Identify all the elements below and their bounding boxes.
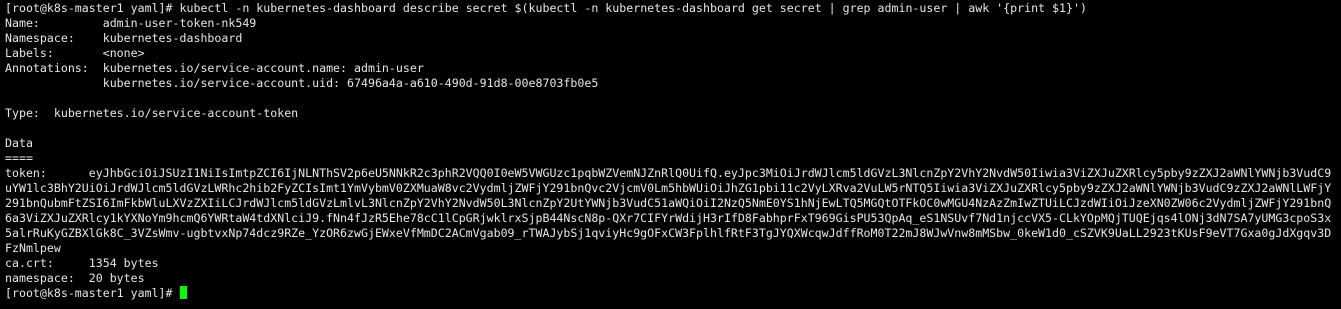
command-text: kubectl -n kubernetes-dashboard describe… — [179, 1, 1087, 15]
annotation-uid-line: kubernetes.io/service-account.uid: 67496… — [5, 76, 599, 90]
cursor-block — [179, 286, 187, 299]
terminal-window[interactable]: [root@k8s-master1 yaml]# kubectl -n kube… — [0, 0, 1341, 309]
secret-namespace-line: Namespace: kubernetes-dashboard — [5, 31, 243, 45]
shell-prompt: [root@k8s-master1 yaml]# — [5, 286, 180, 300]
secret-labels-line: Labels: <none> — [5, 46, 145, 60]
token-block[interactable]: token: eyJhbGciOiJSUzI1NiIsImtpZCI6IjNLN… — [5, 166, 1341, 256]
token-line: token: eyJhbGciOiJSUzI1NiIsImtpZCI6IjNLN… — [5, 166, 1332, 180]
active-prompt-line[interactable]: [root@k8s-master1 yaml]# — [5, 286, 1341, 301]
token-line: 291bnQubmFtZSI6ImFkbWluLXVzZXIiLCJrdWJlc… — [5, 196, 1332, 210]
shell-prompt: [root@k8s-master1 yaml]# — [5, 1, 180, 15]
namespace-bytes-line: namespace: 20 bytes — [5, 271, 145, 285]
token-line: 6a3ViZXJuZXRlcy1kYXNoYm9hcmQ6YWRtaW4tdXN… — [5, 211, 1332, 225]
data-separator: ==== — [5, 151, 33, 165]
command-line: [root@k8s-master1 yaml]# kubectl -n kube… — [5, 1, 1341, 16]
annotation-name-line: Annotations: kubernetes.io/service-accou… — [5, 61, 424, 75]
secret-type-line: Type: kubernetes.io/service-account-toke… — [5, 106, 299, 120]
token-line: FzNmlpew — [5, 241, 61, 255]
ca-crt-line: ca.crt: 1354 bytes — [5, 256, 159, 270]
token-line: uYW1lc3BhY2UiOiJrdWJlcm5ldGVzLWRhc2hib2F… — [5, 181, 1332, 195]
data-header: Data — [5, 136, 33, 150]
secret-name-line: Name: admin-user-token-nk549 — [5, 16, 257, 30]
token-line: 5alrRuKyGZBXlGk8C_3VZsWmv-ugbtvxNp74dcz9… — [5, 226, 1332, 240]
